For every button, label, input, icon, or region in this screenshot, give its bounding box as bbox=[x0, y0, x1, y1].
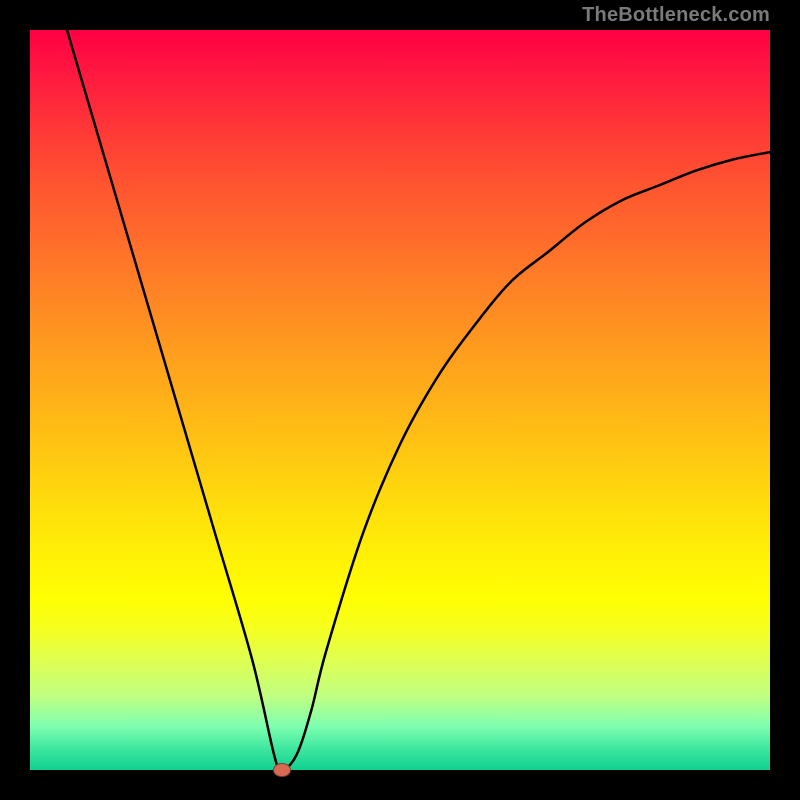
minimum-marker bbox=[273, 763, 291, 777]
chart-container: TheBottleneck.com bbox=[0, 0, 800, 800]
plot-area bbox=[30, 30, 770, 770]
watermark-text: TheBottleneck.com bbox=[582, 4, 770, 27]
bottleneck-curve bbox=[30, 30, 770, 770]
